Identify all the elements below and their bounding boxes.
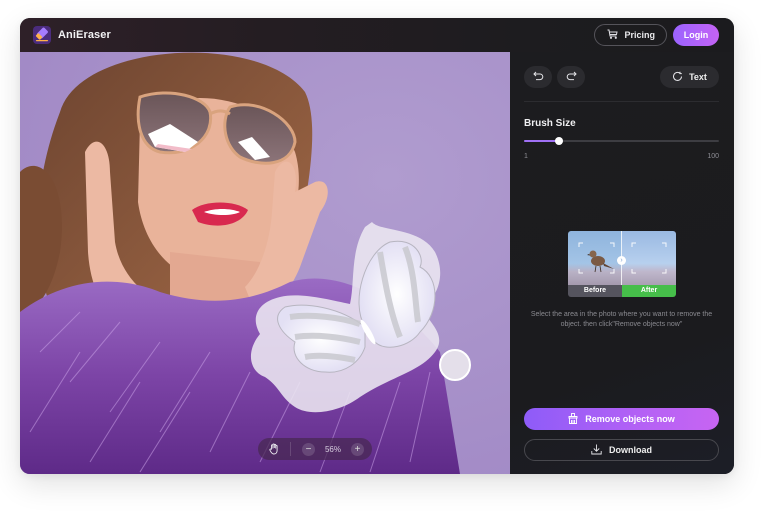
app-window: AniEraser Pricing Login − 56% + Text Bru… (20, 18, 734, 474)
download-label: Download (609, 445, 652, 455)
after-label: After (622, 285, 676, 297)
slider-fill (524, 140, 560, 142)
before-image (568, 231, 622, 285)
eraser-logo-icon (33, 26, 51, 44)
panel-divider (524, 101, 719, 102)
app-name: AniEraser (58, 29, 111, 41)
top-bar: AniEraser Pricing Login (20, 18, 734, 52)
zoom-divider (290, 442, 291, 456)
refresh-text-icon (672, 71, 683, 84)
undo-icon (532, 68, 544, 86)
before-label: Before (568, 285, 622, 297)
brush-size-min: 1 (524, 153, 528, 160)
chevron-right-icon: › (617, 256, 626, 265)
download-icon (591, 444, 602, 457)
tools-panel: Text Brush Size 1 100 › Before After Sel… (510, 52, 734, 474)
header-actions: Pricing Login (594, 24, 719, 46)
pricing-label: Pricing (624, 30, 655, 40)
remove-objects-label: Remove objects now (585, 414, 675, 424)
redo-button[interactable] (557, 66, 585, 88)
brush-size-slider[interactable] (524, 136, 719, 146)
undo-button[interactable] (524, 66, 552, 88)
zoom-level: 56% (324, 444, 341, 454)
pricing-button[interactable]: Pricing (594, 24, 667, 46)
image-canvas[interactable]: − 56% + (20, 52, 510, 474)
zoom-out-button[interactable]: − (302, 442, 315, 456)
brush-clean-icon (568, 412, 578, 426)
zoom-in-button[interactable]: + (351, 442, 364, 456)
instruction-text: Select the area in the photo where you w… (530, 311, 713, 328)
remove-objects-button[interactable]: Remove objects now (524, 408, 719, 430)
brush-size-max: 100 (707, 153, 719, 160)
text-button[interactable]: Text (660, 66, 719, 88)
hand-icon[interactable] (258, 443, 290, 455)
login-button[interactable]: Login (673, 24, 719, 46)
brush-cursor-circle (439, 349, 471, 381)
bird-image (578, 242, 615, 274)
redo-icon (566, 68, 577, 86)
cart-icon (607, 29, 619, 41)
text-button-label: Text (689, 72, 707, 82)
after-image (622, 231, 676, 285)
zoom-controls: − 56% + (258, 438, 372, 460)
brush-size-label: Brush Size (524, 118, 576, 129)
download-button[interactable]: Download (524, 439, 719, 461)
before-after-preview: › Before After (568, 231, 676, 297)
photo (20, 52, 510, 474)
slider-thumb[interactable] (555, 137, 564, 145)
